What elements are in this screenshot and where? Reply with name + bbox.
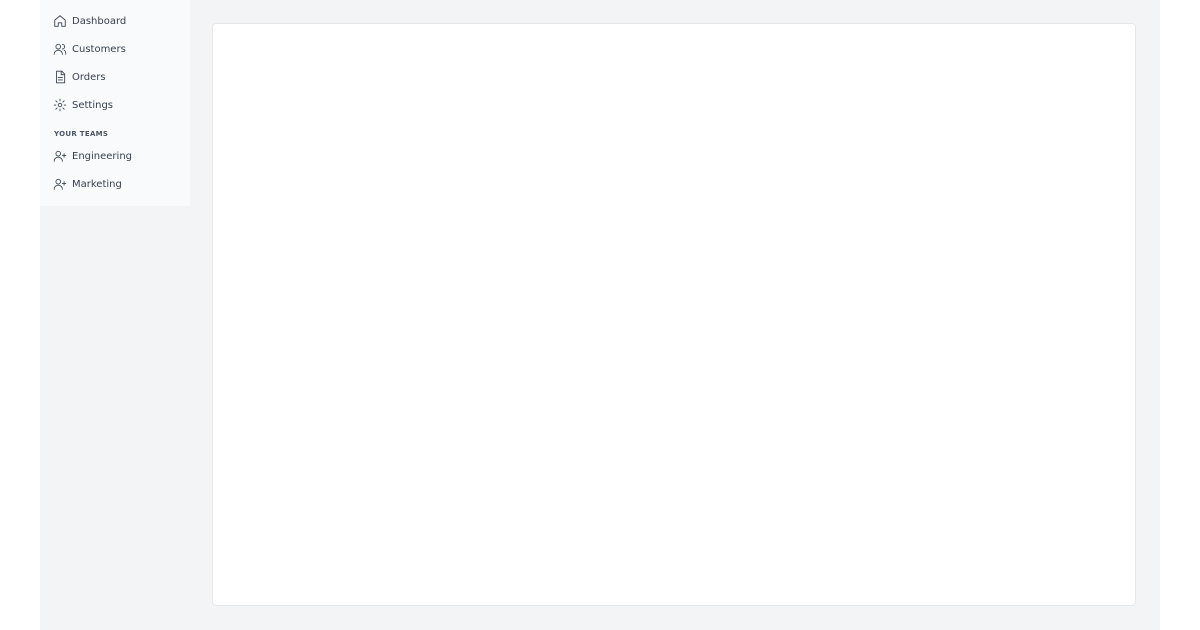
sidebar-item-settings[interactable]: Settings <box>50 94 180 116</box>
sidebar-item-label: Orders <box>72 71 106 83</box>
teams-heading: YOUR TEAMS <box>54 130 109 138</box>
home-icon <box>52 13 68 29</box>
users-icon <box>52 41 68 57</box>
user-plus-icon <box>52 176 68 192</box>
sidebar-item-orders[interactable]: Orders <box>50 66 180 88</box>
sidebar: Dashboard Customers Orders Settings YOUR… <box>40 0 190 206</box>
sidebar-item-marketing[interactable]: Marketing <box>50 173 180 195</box>
document-icon <box>52 69 68 85</box>
gear-icon <box>52 97 68 113</box>
sidebar-item-label: Marketing <box>72 178 122 190</box>
sidebar-item-label: Customers <box>72 43 126 55</box>
sidebar-item-dashboard[interactable]: Dashboard <box>50 10 180 32</box>
user-plus-icon <box>52 148 68 164</box>
sidebar-item-label: Dashboard <box>72 15 127 27</box>
sidebar-item-label: Settings <box>72 99 114 111</box>
app-shell: Dashboard Customers Orders Settings YOUR… <box>40 0 1160 630</box>
main-content-card <box>212 23 1136 606</box>
sidebar-item-engineering[interactable]: Engineering <box>50 145 180 167</box>
sidebar-item-label: Engineering <box>72 150 132 162</box>
sidebar-item-customers[interactable]: Customers <box>50 38 180 60</box>
